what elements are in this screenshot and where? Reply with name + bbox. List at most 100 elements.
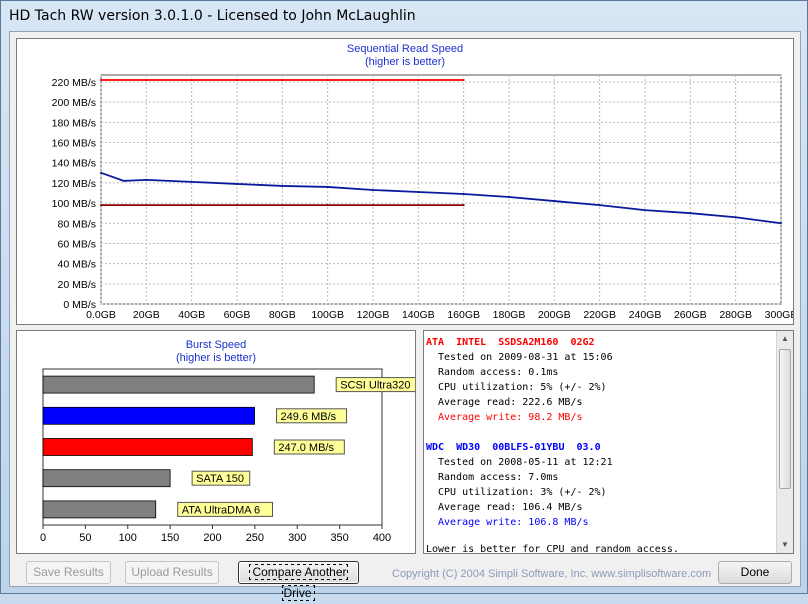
burst-bar (42, 406, 255, 425)
drive1-random-access: Random access: 0.1ms (438, 367, 559, 378)
seq-series-point (236, 204, 238, 207)
seq-series-point (734, 216, 737, 219)
burst-x-tick-label: 300 (288, 532, 306, 544)
seq-series-point (145, 178, 148, 181)
seq-series-point (326, 78, 329, 81)
seq-series-point (462, 204, 465, 207)
drive2-cpu: CPU utilization: 3% (+/- 2%) (438, 487, 607, 498)
seq-y-tick-label: 140 MB/s (52, 158, 96, 170)
seq-series-point (780, 222, 782, 225)
seq-x-tick-label: 220GB (583, 309, 616, 321)
seq-series-point (100, 78, 102, 81)
burst-x-tick-label: 150 (161, 532, 179, 544)
seq-series-point (122, 204, 125, 207)
scroll-thumb[interactable] (779, 349, 791, 489)
seq-y-tick-label: 180 MB/s (52, 117, 96, 129)
drive1-name: ATA INTEL SSDSA2M160 02G2 (426, 337, 595, 348)
burst-x-tick-label: 400 (373, 532, 391, 544)
results-info-panel[interactable]: ATA INTEL SSDSA2M160 02G2 Tested on 2009… (423, 330, 794, 554)
seq-series-point (689, 212, 692, 215)
seq-y-tick-label: 120 MB/s (52, 178, 96, 190)
seq-series-point (372, 188, 374, 191)
compare-another-drive-button[interactable]: Compare Another Drive (238, 561, 359, 601)
seq-plot-area (100, 74, 782, 305)
sequential-read-chart: 0 MB/s20 MB/s40 MB/s60 MB/s80 MB/s100 MB… (52, 74, 793, 321)
seq-series-point (372, 78, 374, 81)
drive2-random-access: Random access: 7.0ms (438, 472, 559, 483)
seq-series-point (122, 179, 125, 182)
seq-series-point (190, 78, 193, 81)
burst-x-tick-label: 200 (203, 532, 221, 544)
drive1-tested: Tested on 2009-08-31 at 15:06 (438, 352, 613, 363)
burst-x-tick-label: 350 (330, 532, 348, 544)
burst-bar-label: 249.6 MB/s (281, 411, 337, 423)
seq-series-point (372, 204, 374, 207)
seq-series-point (190, 204, 193, 207)
client-area: Sequential Read Speed (higher is better)… (9, 31, 801, 601)
drive1-cpu: CPU utilization: 5% (+/- 2%) (438, 382, 607, 393)
seq-y-tick-label: 80 MB/s (57, 218, 96, 230)
seq-series-point (462, 193, 465, 196)
seq-series-point (100, 204, 102, 207)
seq-x-tick-label: 140GB (402, 309, 435, 321)
seq-series-point (100, 171, 102, 174)
scroll-up-icon[interactable]: ▲ (777, 331, 793, 347)
burst-speed-chart: 0 50 100 150 200 250 300 350 400 SCSI Ultra320 249… (40, 368, 415, 544)
seq-y-tick-label: 220 MB/s (52, 77, 96, 89)
save-results-button[interactable]: Save Results (26, 561, 111, 584)
seq-x-tick-label: 300GB (765, 309, 793, 321)
seq-y-tick-label: 60 MB/s (57, 238, 96, 250)
seq-x-tick-label: 120GB (357, 309, 390, 321)
burst-bar-label: 247.0 MB/s (278, 442, 334, 454)
seq-x-tick-label: 100GB (311, 309, 344, 321)
drive2-avg-write: Average write: 106.8 MB/s (438, 517, 589, 528)
burst-speed-panel: Burst Speed (higher is better) 0 50 100 150… (16, 330, 416, 554)
seq-x-tick-label: 180GB (493, 309, 526, 321)
burst-bar-label: ATA UltraDMA 6 (182, 504, 260, 516)
drive2-avg-read: Average read: 106.4 MB/s (438, 502, 583, 513)
burst-x-tick-label: 100 (119, 532, 137, 544)
info-scrollbar[interactable]: ▲ ▼ (776, 331, 793, 553)
done-button[interactable]: Done (718, 561, 792, 584)
window-title: HD Tach RW version 3.0.1.0 - Licensed to… (9, 8, 416, 24)
seq-series-point (281, 204, 284, 207)
burst-bar (42, 438, 253, 456)
seq-y-tick-label: 100 MB/s (52, 198, 96, 210)
seq-series-point (281, 78, 284, 81)
seq-x-tick-label: 260GB (674, 309, 707, 321)
seq-x-tick-label: 200GB (538, 309, 571, 321)
sequential-read-panel: Sequential Read Speed (higher is better)… (16, 38, 794, 325)
seq-x-tick-label: 280GB (719, 309, 752, 321)
seq-y-tick-label: 200 MB/s (52, 97, 96, 109)
upload-results-button[interactable]: Upload Results (125, 561, 219, 584)
drive1-avg-read: Average read: 222.6 MB/s (438, 397, 583, 408)
seq-series-point (326, 204, 329, 207)
seq-y-tick-label: 20 MB/s (57, 279, 96, 291)
seq-series-point (508, 196, 510, 199)
drive2-tested: Tested on 2008-05-11 at 12:21 (438, 457, 613, 468)
seq-series-point (145, 78, 148, 81)
scroll-down-icon[interactable]: ▼ (777, 537, 793, 553)
info-footer-note: Lower is better for CPU and random acces… (426, 544, 679, 554)
seq-series-point (417, 190, 420, 193)
seq-series-point (598, 204, 601, 207)
seq-series-point (190, 180, 193, 183)
seq-y-tick-label: 40 MB/s (57, 259, 96, 271)
seq-x-tick-label: 60GB (224, 309, 251, 321)
burst-x-tick-label: 50 (79, 532, 91, 544)
seq-y-tick-label: 160 MB/s (52, 138, 96, 150)
seq-series-point (326, 185, 329, 188)
seq-series-point (644, 209, 646, 212)
burst-x-tick-label: 0 (40, 532, 46, 544)
burst-bar (42, 500, 157, 519)
seq-series-point (236, 182, 238, 185)
seq-series-point (553, 200, 556, 203)
title-bar[interactable]: HD Tach RW version 3.0.1.0 - Licensed to… (1, 1, 807, 31)
burst-bar-label: SCSI Ultra320 (340, 380, 410, 392)
burst-bar (42, 469, 171, 488)
seq-x-tick-label: 80GB (269, 309, 296, 321)
seq-series-point (417, 78, 420, 81)
drive2-name: WDC WD30 00BLFS-01YBU 03.0 (426, 442, 601, 453)
burst-x-tick-label: 250 (246, 532, 264, 544)
burst-bar (42, 375, 315, 394)
